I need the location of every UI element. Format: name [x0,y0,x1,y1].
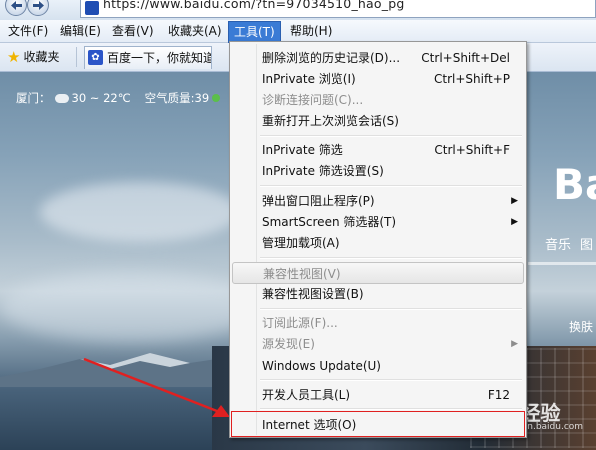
menu-favorites[interactable]: 收藏夹(A) [164,22,226,40]
forward-arrow-icon [33,1,44,10]
menu-item-diagnose-connection[interactable]: 诊断连接问题(C)... [232,89,524,111]
background-cloud [40,182,240,242]
url-input[interactable]: https://www.baidu.com/?tn=97034510_hao_p… [80,0,596,18]
air-quality-dot-icon [212,94,221,102]
menu-item-label: 弹出窗口阻止程序(P) [262,194,375,208]
favorites-button[interactable]: ★ 收藏夹 [3,46,65,68]
toolbar-divider [76,47,77,67]
menu-item-label: 开发人员工具(L) [262,388,351,402]
menu-item-shortcut: Ctrl+Shift+P [434,72,510,86]
menu-item-subscribe-feed[interactable]: 订阅此源(F)... [232,312,524,334]
menu-item-shortcut: F12 [487,388,510,402]
menu-item-label: InPrivate 浏览(I) [262,72,356,86]
menu-item-developer-tools[interactable]: 开发人员工具(L) F12 [232,384,524,406]
menu-item-label: 订阅此源(F)... [262,316,338,330]
menu-file[interactable]: 文件(F) [4,22,52,40]
menu-view[interactable]: 查看(V) [108,22,158,40]
menu-item-label: 兼容性视图(V) [263,267,341,281]
menu-item-popup-blocker[interactable]: 弹出窗口阻止程序(P) ▶ [232,190,524,212]
menu-separator [260,308,522,310]
menu-item-windows-update[interactable]: Windows Update(U) [232,355,524,377]
menu-item-label: 源发现(E) [262,337,315,351]
menu-item-internet-options[interactable]: Internet 选项(O) [231,411,525,437]
menu-edit[interactable]: 编辑(E) [56,22,105,40]
menu-item-compatibility-view-settings[interactable]: 兼容性视图设置(B) [232,283,524,305]
cloud-icon [54,94,69,103]
menu-item-delete-history[interactable]: 删除浏览的历史记录(D)... Ctrl+Shift+Del [232,47,524,69]
menu-separator [260,379,522,381]
submenu-arrow-icon: ▶ [511,217,518,227]
weather-city: 厦门： [16,91,51,105]
menu-separator [260,408,522,410]
air-quality: 空气质量:39 [144,91,210,105]
menu-item-label: 兼容性视图设置(B) [262,287,364,301]
submenu-arrow-icon: ▶ [511,196,518,206]
baidu-paw-icon: ✿ [88,50,103,65]
music-link[interactable]: 音乐 [545,234,571,253]
favorites-label: 收藏夹 [23,50,60,64]
menu-separator [260,185,522,187]
forward-button[interactable] [27,0,49,16]
baidu-logo: Ba [553,160,596,209]
image-link[interactable]: 图 [580,234,593,253]
menu-item-label: Internet 选项(O) [262,418,357,432]
url-text: https://www.baidu.com/?tn=97034510_hao_p… [103,0,405,11]
menu-item-shortcut: Ctrl+Shift+Del [421,51,510,65]
menu-separator [260,135,522,137]
page-favicon-icon [85,1,99,15]
change-skin-link[interactable]: 换肤 [569,318,593,335]
menu-item-label: InPrivate 筛选 [262,143,343,157]
menu-item-label: InPrivate 筛选设置(S) [262,164,384,178]
back-button[interactable] [5,0,27,16]
menu-separator [260,257,522,259]
tools-menu: 删除浏览的历史记录(D)... Ctrl+Shift+Del InPrivate… [229,41,527,438]
menu-tools[interactable]: 工具(T) [228,21,281,43]
menu-item-inprivate-filter[interactable]: InPrivate 筛选 Ctrl+Shift+F [232,139,524,161]
back-arrow-icon [11,1,22,10]
menu-help[interactable]: 帮助(H) [286,22,336,40]
background-cloud [0,272,260,342]
weather-temperature: 30 ~ 22℃ [71,91,131,105]
tab-baidu[interactable]: ✿ 百度一下，你就知道 [84,46,212,69]
menu-item-label: SmartScreen 筛选器(T) [262,215,397,229]
weather-widget[interactable]: 厦门： 30 ~ 22℃ 空气质量:39 [16,90,221,106]
menu-item-label: 诊断连接问题(C)... [262,93,364,107]
annotation-arrow-icon [83,357,230,417]
menu-item-label: 管理加载项(A) [262,236,340,250]
menu-item-label: 删除浏览的历史记录(D)... [262,51,401,65]
menu-item-smartscreen-filter[interactable]: SmartScreen 筛选器(T) ▶ [232,211,524,233]
star-icon: ★ [7,48,21,66]
menu-bar: 文件(F) 编辑(E) 查看(V) 收藏夹(A) 工具(T) 帮助(H) [0,20,596,43]
menu-item-reopen-session[interactable]: 重新打开上次浏览会话(S) [232,110,524,132]
menu-item-label: 重新打开上次浏览会话(S) [262,114,399,128]
menu-item-shortcut: Ctrl+Shift+F [434,143,510,157]
tab-title: 百度一下，你就知道 [107,51,212,65]
menu-item-label: Windows Update(U) [262,359,381,373]
submenu-arrow-icon: ▶ [511,339,518,349]
menu-item-inprivate-filter-settings[interactable]: InPrivate 筛选设置(S) [232,160,524,182]
address-bar: https://www.baidu.com/?tn=97034510_hao_p… [0,0,596,21]
menu-item-manage-addons[interactable]: 管理加载项(A) [232,232,524,254]
menu-item-compatibility-view[interactable]: 兼容性视图(V) [232,262,524,284]
search-box[interactable] [528,262,596,265]
menu-item-inprivate-browsing[interactable]: InPrivate 浏览(I) Ctrl+Shift+P [232,68,524,90]
menu-item-feed-discovery[interactable]: 源发现(E) ▶ [232,333,524,355]
